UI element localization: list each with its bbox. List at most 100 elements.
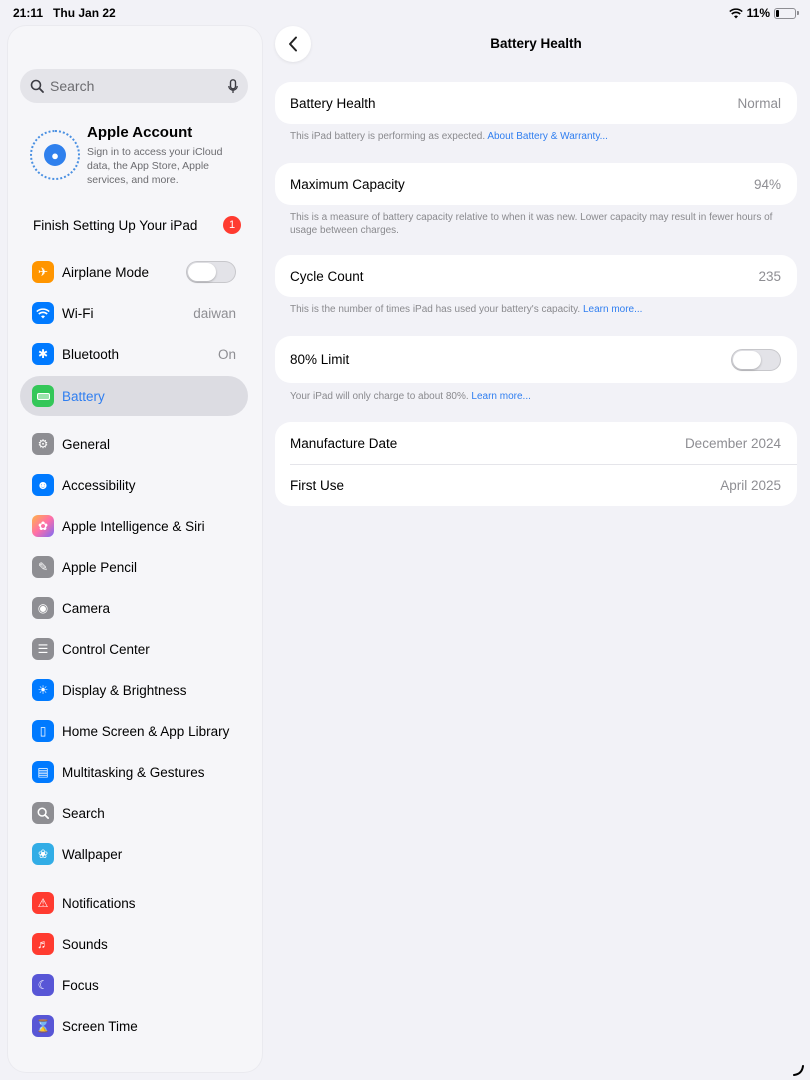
bluetooth-status: On (217, 346, 236, 362)
detail-header: Battery Health (275, 26, 797, 62)
sidebar-item-wallpaper[interactable]: ❀ Wallpaper (20, 835, 248, 873)
row-label: Manufacture Date (290, 435, 398, 451)
max-capacity-value: 94% (753, 176, 781, 192)
wifi-icon (32, 302, 54, 324)
row-label: Cycle Count (290, 268, 364, 284)
speaker-icon: ♬ (32, 933, 54, 955)
battery-percent: 11% (746, 6, 770, 20)
sidebar-item-control-center[interactable]: ☰ Control Center (20, 630, 248, 668)
limit-row: 80% Limit (275, 336, 797, 383)
wifi-network-name: daiwan (193, 305, 236, 321)
sidebar-item-label: Display & Brightness (62, 682, 187, 698)
battery-status-icon (774, 7, 799, 19)
sidebar-item-label: Wallpaper (62, 846, 123, 862)
sidebar-item-accessibility[interactable]: ☻ Accessibility (20, 466, 248, 504)
sidebar-item-label: Focus (62, 977, 99, 993)
battery-health-note: This iPad battery is performing as expec… (290, 130, 780, 143)
sidebar-item-battery[interactable]: Battery (20, 376, 248, 416)
microphone-icon[interactable] (228, 78, 238, 94)
limit-note: Your iPad will only charge to about 80%.… (290, 390, 780, 403)
max-capacity-row: Maximum Capacity 94% (275, 163, 797, 205)
search-input[interactable]: Search (20, 69, 248, 103)
sidebar: Search ● Apple Account Sign in to access… (8, 26, 262, 1072)
sidebar-item-label: Notifications (62, 895, 136, 911)
sidebar-item-label: Control Center (62, 641, 150, 657)
sidebar-item-siri[interactable]: ✿ Apple Intelligence & Siri (20, 507, 248, 545)
sidebar-item-label: Battery (62, 388, 105, 404)
sidebar-item-label: Search (62, 805, 105, 821)
sidebar-item-label: Airplane Mode (62, 264, 150, 280)
sidebar-item-apple-pencil[interactable]: ✎ Apple Pencil (20, 548, 248, 586)
resize-corner-icon (793, 1065, 804, 1076)
manufacture-date-value: December 2024 (684, 435, 781, 451)
search-icon (32, 802, 54, 824)
multitasking-icon: ▤ (32, 761, 54, 783)
sidebar-item-screen-time[interactable]: ⌛ Screen Time (20, 1007, 248, 1045)
bluetooth-icon: ✱ (32, 343, 54, 365)
max-capacity-note: This is a measure of battery capacity re… (290, 212, 773, 236)
status-indicators: 11% (728, 6, 799, 20)
account-title: Apple Account (87, 124, 193, 141)
sidebar-item-label: Multitasking & Gestures (62, 764, 205, 780)
sidebar-item-display[interactable]: ☀ Display & Brightness (20, 671, 248, 709)
airplane-icon: ✈ (32, 261, 54, 283)
sidebar-item-multitasking[interactable]: ▤ Multitasking & Gestures (20, 753, 248, 791)
sidebar-item-wifi[interactable]: Wi-Fi daiwan (20, 294, 248, 332)
first-use-row: First Use April 2025 (290, 464, 797, 506)
clock: 21:11 (13, 6, 44, 20)
status-bar: 21:11 Thu Jan 22 11% (0, 0, 810, 26)
sidebar-item-home-screen[interactable]: ▯ Home Screen & App Library (20, 712, 248, 750)
date: Thu Jan 22 (53, 6, 116, 20)
cycle-count-card: Cycle Count 235 (275, 255, 797, 297)
hourglass-icon: ⌛ (32, 1015, 54, 1037)
row-label: 80% Limit (290, 352, 350, 367)
first-use-value: April 2025 (720, 478, 781, 493)
sidebar-item-focus[interactable]: ☾ Focus (20, 966, 248, 1004)
row-label: First Use (290, 478, 344, 493)
sidebar-item-notifications[interactable]: ⚠ Notifications (20, 884, 248, 922)
limit-card: 80% Limit (275, 336, 797, 383)
sidebar-item-camera[interactable]: ◉ Camera (20, 589, 248, 627)
sidebar-item-airplane-mode[interactable]: ✈ Airplane Mode (20, 253, 248, 291)
manufacture-date-row: Manufacture Date December 2024 (275, 422, 797, 464)
limit-toggle[interactable] (731, 348, 781, 371)
apple-account[interactable]: ● Apple Account Sign in to access your i… (30, 124, 250, 186)
note-text: Your iPad will only charge to about 80%. (290, 391, 469, 402)
siri-icon: ✿ (32, 515, 54, 537)
note-text: This iPad battery is performing as expec… (290, 131, 486, 142)
sidebar-item-label: Bluetooth (62, 346, 120, 362)
wifi-status-icon (728, 7, 743, 18)
sidebar-item-general[interactable]: ⚙ General (20, 425, 248, 463)
about-battery-link[interactable]: About Battery & Warranty... (487, 131, 608, 142)
dates-card: Manufacture Date December 2024 First Use… (275, 422, 797, 506)
sidebar-item-label: Accessibility (62, 477, 136, 493)
sidebar-item-label: Apple Intelligence & Siri (62, 518, 205, 534)
row-label: Battery Health (290, 95, 376, 111)
airplane-mode-toggle[interactable] (186, 261, 236, 283)
finish-setup-row[interactable]: Finish Setting Up Your iPad 1 (33, 214, 243, 236)
sidebar-item-label: Apple Pencil (62, 559, 138, 575)
battery-icon (32, 385, 54, 407)
bell-icon: ⚠ (32, 892, 54, 914)
learn-more-link[interactable]: Learn more... (471, 391, 530, 402)
pencil-icon: ✎ (32, 556, 54, 578)
max-capacity-card: Maximum Capacity 94% (275, 163, 797, 205)
battery-health-value: Normal (737, 95, 781, 111)
page-title: Battery Health (490, 36, 582, 51)
camera-icon: ◉ (32, 597, 54, 619)
sidebar-item-label: Sounds (62, 936, 108, 952)
sidebar-item-label: General (62, 436, 111, 452)
sidebar-item-sounds[interactable]: ♬ Sounds (20, 925, 248, 963)
sidebar-item-bluetooth[interactable]: ✱ Bluetooth On (20, 335, 248, 373)
moon-icon: ☾ (32, 974, 54, 996)
sidebar-item-label: Home Screen & App Library (62, 723, 230, 739)
search-placeholder: Search (50, 78, 95, 94)
status-time: 21:11 Thu Jan 22 (13, 6, 116, 20)
battery-health-row: Battery Health Normal (275, 82, 797, 124)
sidebar-item-label: Wi-Fi (62, 305, 94, 321)
cycle-count-note: This is the number of times iPad has use… (290, 303, 780, 316)
sidebar-item-search[interactable]: Search (20, 794, 248, 832)
battery-health-card: Battery Health Normal (275, 82, 797, 124)
learn-more-link[interactable]: Learn more... (583, 304, 642, 315)
cycle-count-value: 235 (758, 268, 781, 284)
